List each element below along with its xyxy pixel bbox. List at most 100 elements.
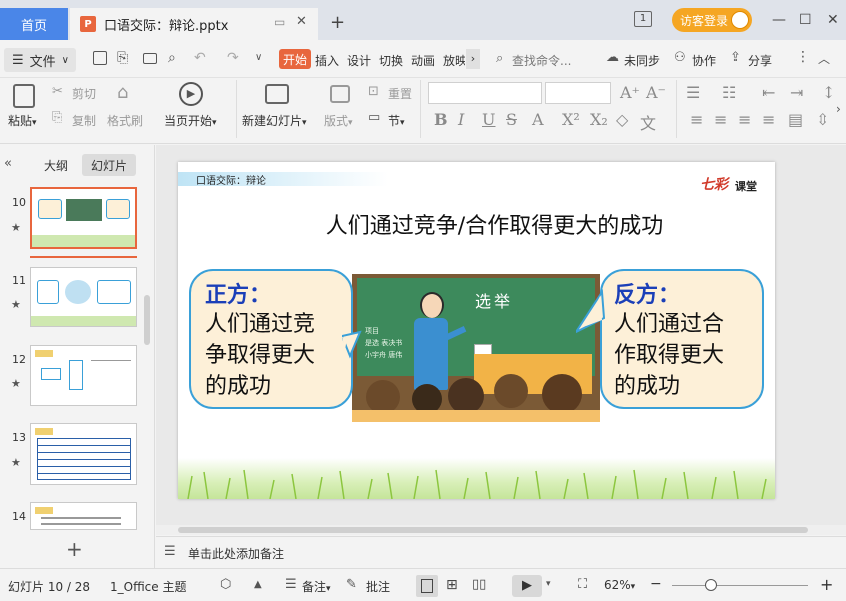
new-slide-icon[interactable] <box>265 84 289 104</box>
preview-icon[interactable]: ⌕ <box>168 50 176 66</box>
slide-thumbnail[interactable] <box>30 502 137 530</box>
horizontal-scroll-thumb[interactable] <box>178 527 808 533</box>
tab-outline[interactable]: 大纲 <box>32 154 80 176</box>
line-spacing-icon[interactable]: ↕ <box>822 83 835 102</box>
strikethrough-icon[interactable]: S <box>506 110 517 129</box>
fit-window-icon[interactable]: ⛶ <box>578 577 587 592</box>
play-icon: ▶ <box>522 578 532 593</box>
play-dropdown-icon[interactable]: ▾ <box>546 579 551 589</box>
collapse-panel-icon[interactable]: « <box>4 156 12 171</box>
caret-up-icon[interactable]: ▲ <box>254 579 262 590</box>
copy-button[interactable]: 复制 <box>72 112 96 129</box>
zoom-out-button[interactable]: − <box>650 576 662 592</box>
grid-view-icon[interactable]: ⊞ <box>446 577 458 593</box>
tab-transition[interactable]: 切换 <box>379 52 403 69</box>
tab-home[interactable]: 首页 <box>0 8 68 40</box>
redo-icon[interactable]: ↷ <box>227 50 239 66</box>
paste-icon[interactable] <box>13 84 35 108</box>
slide-thumbnail[interactable] <box>30 187 137 249</box>
zoom-in-button[interactable]: + <box>820 575 833 594</box>
bold-icon[interactable]: B <box>434 110 448 129</box>
font-size-select[interactable] <box>545 82 611 104</box>
print-icon[interactable] <box>143 53 157 64</box>
justify-icon[interactable]: ≡ <box>762 110 775 129</box>
eraser-icon[interactable]: ◇ <box>616 110 628 129</box>
numbered-list-icon[interactable]: ☷ <box>722 83 736 102</box>
paste-button[interactable]: 粘贴▾ <box>8 112 37 129</box>
zoom-slider[interactable] <box>672 585 808 586</box>
tab-document[interactable]: P 口语交际：辩论.pptx ▭ ✕ <box>70 8 318 40</box>
tab-start[interactable]: 开始 <box>279 49 311 69</box>
thumb-shape <box>35 350 53 357</box>
bullet-list-icon[interactable]: ☰ <box>686 83 700 102</box>
share-button[interactable]: 分享 <box>748 52 772 69</box>
layout-button[interactable]: 版式▾ <box>324 112 353 129</box>
theme-name[interactable]: 1_Office 主题 <box>110 578 186 595</box>
distribute-icon[interactable]: ▤ <box>788 110 803 129</box>
from-current-button[interactable]: 当页开始▾ <box>164 112 217 129</box>
slide-thumbnail[interactable] <box>30 267 137 327</box>
pinyin-icon[interactable]: 文 <box>640 110 656 134</box>
export-icon[interactable]: ⎘ <box>117 50 128 66</box>
format-painter-button[interactable]: 格式刷 <box>107 112 143 129</box>
tab-slides[interactable]: 幻灯片 <box>82 154 136 176</box>
italic-icon[interactable]: I <box>458 110 464 129</box>
zoom-slider-knob[interactable] <box>705 579 717 591</box>
tab-design[interactable]: 设计 <box>347 52 371 69</box>
command-search-input[interactable]: 查找命令... <box>512 52 571 69</box>
align-center-icon[interactable]: ≡ <box>714 110 727 129</box>
underline-icon[interactable]: U <box>482 110 495 129</box>
slide-canvas[interactable]: 口语交际：辩论 七彩 课堂 人们通过竞争/合作取得更大的成功 选举 项目 是选 … <box>178 162 775 499</box>
indent-icon[interactable]: ⇥ <box>790 83 803 102</box>
text-direction-icon[interactable]: ⇳ <box>816 110 829 129</box>
outdent-icon[interactable]: ⇤ <box>762 83 775 102</box>
subscript-icon[interactable]: X₂ <box>590 110 608 129</box>
section-button[interactable]: 节▾ <box>388 112 405 129</box>
grow-font-icon[interactable]: A⁺ <box>620 83 640 102</box>
collab-button[interactable]: 协作 <box>692 52 716 69</box>
close-button[interactable]: ✕ <box>827 12 839 28</box>
add-slide-button[interactable]: + <box>66 537 83 561</box>
tab-animation[interactable]: 动画 <box>411 52 435 69</box>
tab-insert[interactable]: 插入 <box>315 52 339 69</box>
undo-icon[interactable]: ↶ <box>194 50 206 66</box>
align-right-icon[interactable]: ≡ <box>738 110 751 129</box>
guest-login-button[interactable]: 访客登录 <box>672 8 752 32</box>
horizontal-scrollbar[interactable] <box>156 525 846 535</box>
save-icon[interactable] <box>93 51 107 65</box>
font-family-select[interactable] <box>428 82 542 104</box>
slide-thumbnail[interactable] <box>30 345 137 406</box>
quick-access-dropdown-icon[interactable]: ∨ <box>255 52 262 63</box>
new-slide-button[interactable]: 新建幻灯片▾ <box>242 112 307 129</box>
slide-thumbnail[interactable] <box>30 423 137 485</box>
monitor-icon[interactable]: ▭ <box>274 15 285 29</box>
notes-toggle-button[interactable]: 备注▾ <box>302 578 331 595</box>
cut-button[interactable]: 剪切 <box>72 85 96 102</box>
new-tab-button[interactable]: + <box>330 12 345 33</box>
shrink-font-icon[interactable]: A⁻ <box>646 83 666 102</box>
minimize-button[interactable]: — <box>772 12 786 28</box>
slideshow-play-button[interactable]: ▶ <box>512 575 542 597</box>
cube-icon[interactable]: ⬡ <box>220 577 231 592</box>
tab-slideshow[interactable]: 放映 <box>443 52 465 69</box>
notes-pane[interactable]: ☰ 单击此处添加备注 <box>156 536 846 568</box>
close-tab-icon[interactable]: ✕ <box>296 14 307 29</box>
play-icon[interactable]: ▶ <box>179 82 203 106</box>
ribbon-scroll-right-icon[interactable]: › <box>836 102 841 116</box>
more-icon[interactable]: ⋮ <box>796 49 810 65</box>
collapse-ribbon-icon[interactable]: ︿ <box>818 50 830 67</box>
notes-placeholder[interactable]: 单击此处添加备注 <box>188 545 284 562</box>
comments-button[interactable]: 批注 <box>366 578 390 595</box>
zoom-level[interactable]: 62%▾ <box>604 578 635 592</box>
chevron-right-icon[interactable]: › <box>466 49 480 69</box>
superscript-icon[interactable]: X² <box>562 110 580 129</box>
reset-button[interactable]: 重置 <box>388 85 412 102</box>
maximize-button[interactable]: ☐ <box>799 12 812 28</box>
reading-view-icon[interactable]: ▯▯ <box>472 577 486 592</box>
page-counter-icon[interactable]: 1 <box>634 11 652 27</box>
file-menu[interactable]: ☰ 文件 ∨ <box>4 48 76 72</box>
sync-status[interactable]: 未同步 <box>624 52 660 69</box>
align-left-icon[interactable]: ≡ <box>690 110 703 129</box>
font-color-icon[interactable]: A <box>532 110 544 129</box>
thumbnail-scrollbar[interactable] <box>144 295 150 345</box>
